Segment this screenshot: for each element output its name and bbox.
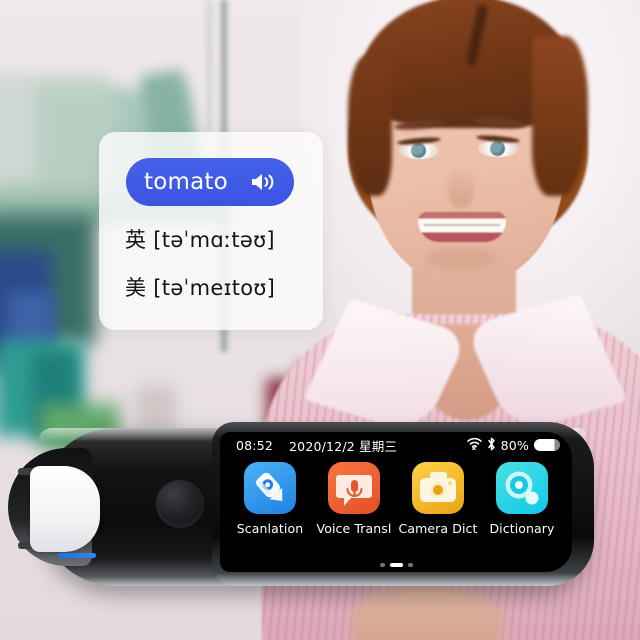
pronunciation-us-label: 美	[125, 276, 147, 300]
app-voice-transl[interactable]: Voice Transl	[316, 462, 392, 536]
word-pill[interactable]: tomato	[126, 158, 294, 206]
pronunciation-uk-ipa: [təˈmɑːtəʊ]	[153, 228, 275, 252]
bluetooth-icon	[487, 437, 496, 454]
camera-icon	[412, 462, 464, 514]
wifi-off-icon	[466, 437, 482, 453]
scanner-tip[interactable]	[30, 466, 100, 558]
iris-right	[490, 141, 505, 156]
pronunciation-us: 美 [təˈmeɪtoʊ]	[125, 272, 275, 302]
teeth-line	[424, 224, 500, 226]
app-label: Dictionary	[489, 521, 555, 536]
page-dot-active[interactable]	[389, 563, 403, 567]
battery-percent: 80%	[500, 437, 529, 453]
app-label: Voice Transl	[316, 521, 392, 536]
app-label: Scanlation	[236, 521, 304, 536]
magnifier-icon	[496, 462, 548, 514]
iris-left	[411, 143, 426, 158]
app-label: Camera Dict	[398, 521, 478, 536]
chin-shadow	[426, 248, 496, 270]
translation-pen-device: 08:52 2020/12/2 星期三 80% Scanlation Voice…	[8, 418, 594, 598]
screenshot-scene: tomato 英 [təˈmɑːtəʊ] 美 [təˈmeɪtoʊ] 08:52…	[0, 0, 640, 640]
app-camera-dict[interactable]: Camera Dict	[399, 462, 477, 536]
app-dictionary[interactable]: Dictionary	[486, 462, 558, 536]
device-screen: 08:52 2020/12/2 星期三 80% Scanlation Voice…	[220, 432, 572, 572]
scan-line-indicator	[58, 553, 96, 558]
page-dot[interactable]	[379, 563, 385, 567]
status-time: 08:52	[236, 437, 274, 453]
pronunciation-uk-label: 英	[125, 228, 147, 252]
word-text: tomato	[144, 168, 228, 195]
status-indicators: 80%	[466, 437, 560, 454]
app-grid: Scanlation Voice Transl Camera Dict Dict…	[220, 462, 572, 536]
app-scanlation[interactable]: Scanlation	[234, 462, 306, 536]
scan-pen-icon	[244, 462, 296, 514]
page-indicator[interactable]	[220, 563, 572, 567]
mouth	[418, 212, 506, 242]
nose	[448, 164, 474, 208]
hair-side-right	[532, 36, 588, 196]
pronunciation-us-ipa: [təˈmeɪtoʊ]	[153, 276, 276, 300]
page-dot[interactable]	[407, 563, 413, 567]
speaker-icon[interactable]	[250, 172, 276, 192]
shutter-button[interactable]	[156, 480, 204, 528]
voice-bubble-icon	[328, 462, 380, 514]
pronunciation-uk: 英 [təˈmɑːtəʊ]	[125, 224, 275, 254]
battery-icon	[534, 439, 560, 451]
translation-card: tomato 英 [təˈmɑːtəʊ] 美 [təˈmeɪtoʊ]	[99, 132, 323, 330]
hair-side-left	[348, 56, 392, 196]
status-date: 2020/12/2 星期三	[289, 438, 398, 454]
status-bar: 08:52 2020/12/2 星期三 80%	[220, 432, 572, 458]
bookshelf-upright-secondary	[206, 0, 213, 140]
